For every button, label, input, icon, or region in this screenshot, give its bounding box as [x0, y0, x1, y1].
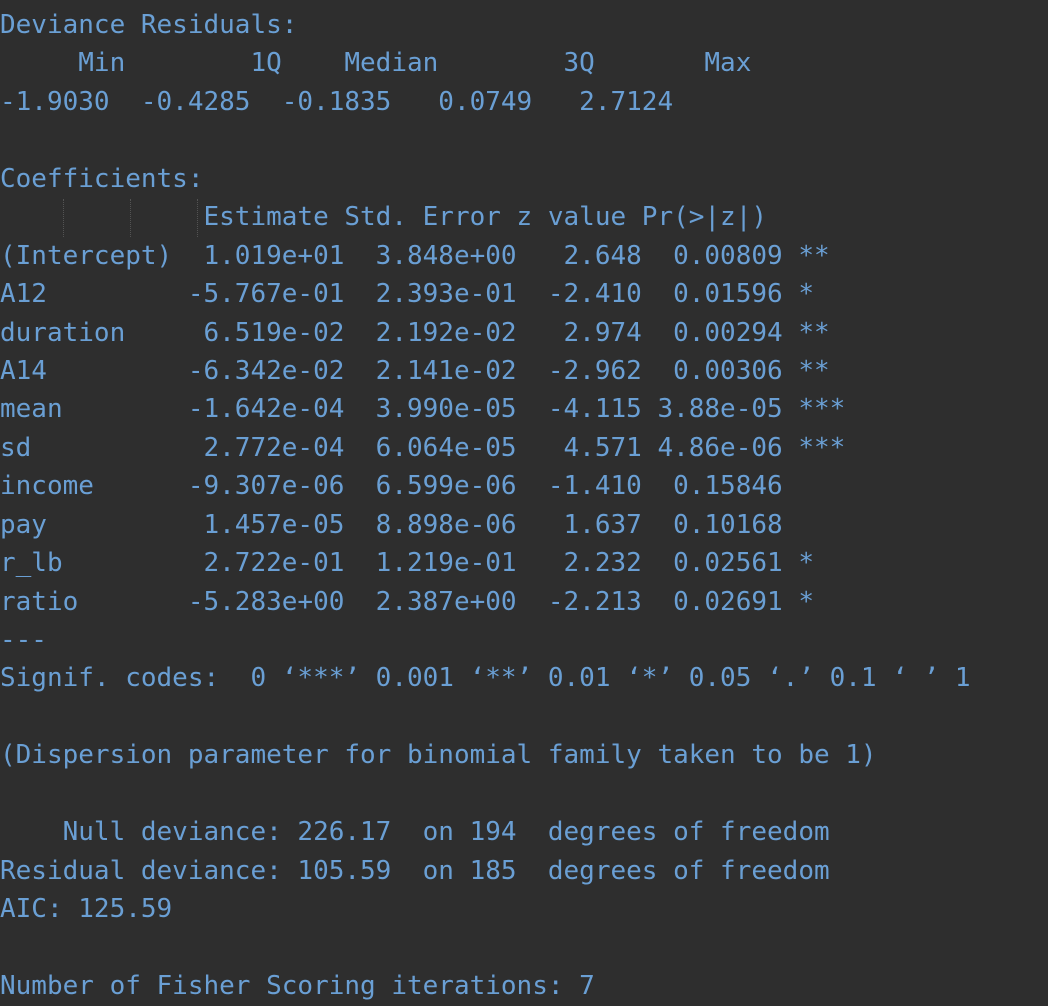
console-lines: Deviance Residuals: Min 1Q Median 3Q Max…: [0, 0, 1048, 1005]
coefficients-header-row: Estimate Std. Error z value Pr(>|z|): [0, 202, 830, 233]
residual-deviance-line: Residual deviance: 105.59 on 185 degrees…: [0, 855, 830, 886]
table-row: r_lb 2.722e-01 1.219e-01 2.232 0.02561 *: [0, 548, 846, 579]
table-row: A14 -6.342e-02 2.141e-02 -2.962 0.00306 …: [0, 355, 846, 386]
table-row: income -9.307e-06 6.599e-06 -1.410 0.158…: [0, 471, 846, 502]
deviance-residuals-value-row: -1.9030 -0.4285 -0.1835 0.0749 2.7124: [0, 86, 705, 117]
fisher-iterations-line: Number of Fisher Scoring iterations: 7: [0, 970, 595, 1001]
null-deviance-line: Null deviance: 226.17 on 194 degrees of …: [0, 817, 830, 848]
aic-line: AIC: 125.59: [0, 894, 173, 925]
table-row: sd 2.772e-04 6.064e-05 4.571 4.86e-06 **…: [0, 432, 846, 463]
table-row: pay 1.457e-05 8.898e-06 1.637 0.10168: [0, 509, 846, 540]
r-console-output[interactable]: Deviance Residuals: Min 1Q Median 3Q Max…: [0, 0, 1048, 1006]
coefficients-heading: Coefficients:: [0, 163, 204, 194]
signif-codes-legend: Signif. codes: 0 ‘***’ 0.001 ‘**’ 0.01 ‘…: [0, 663, 971, 694]
table-row: duration 6.519e-02 2.192e-02 2.974 0.002…: [0, 317, 846, 348]
table-row: A12 -5.767e-01 2.393e-01 -2.410 0.01596 …: [0, 279, 846, 310]
table-row: (Intercept) 1.019e+01 3.848e+00 2.648 0.…: [0, 240, 846, 271]
dispersion-parameter-note: (Dispersion parameter for binomial famil…: [0, 740, 877, 771]
table-row: mean -1.642e-04 3.990e-05 -4.115 3.88e-0…: [0, 394, 846, 425]
deviance-residuals-header-row: Min 1Q Median 3Q Max: [0, 48, 783, 79]
separator-rule: ---: [0, 625, 47, 655]
deviance-residuals-heading: Deviance Residuals:: [0, 10, 298, 40]
table-row: ratio -5.283e+00 2.387e+00 -2.213 0.0269…: [0, 586, 846, 617]
